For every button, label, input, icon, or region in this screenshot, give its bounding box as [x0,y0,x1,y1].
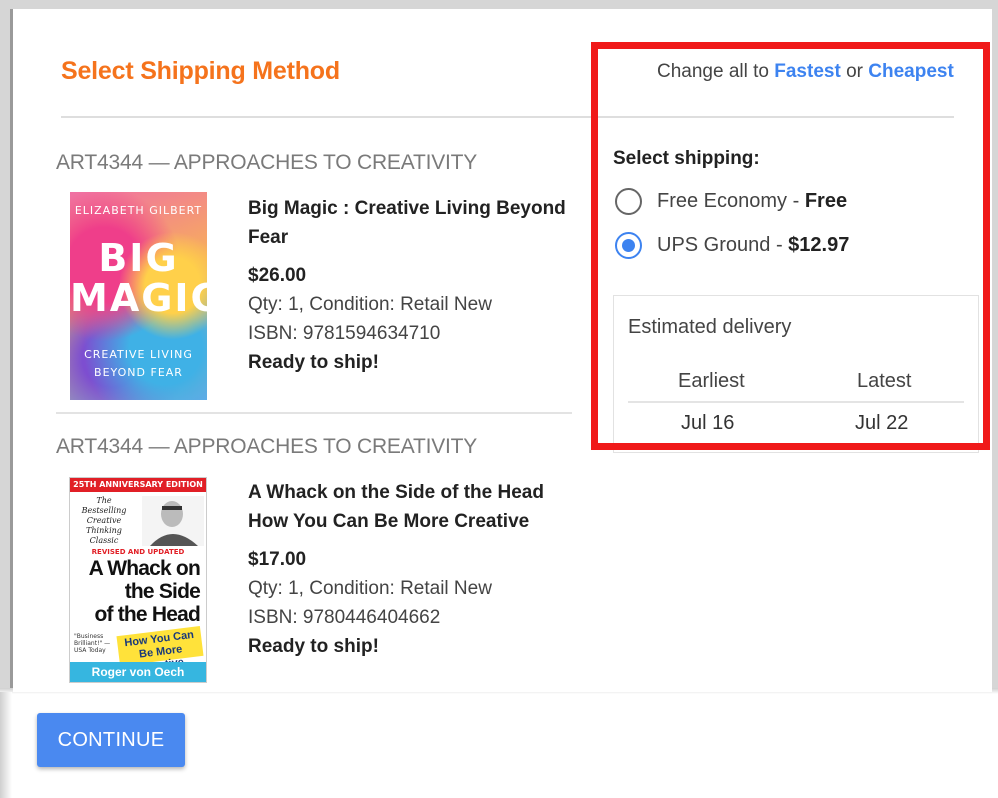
dialog-left-shadow [0,692,12,798]
book-title: A Whack on the Side of the Head How You … [248,478,578,536]
cover-subtitle: CREATIVE LIVING BEYOND FEAR [70,346,207,382]
cover-banner: 25TH ANNIVERSARY EDITION [70,478,206,492]
book-title: Big Magic : Creative Living Beyond Fear [248,194,578,252]
cover-author: ELIZABETH GILBERT [74,204,203,217]
book-status: Ready to ship! [248,636,379,657]
cover-title: A Whack on the Side of the Head [72,557,201,626]
cover-subtitle-line: BEYOND FEAR [94,366,183,379]
cover-quote: "Business Brilliant!" —USA Today [74,633,111,654]
cover-sticker: How You Can Be More Creative [116,625,204,673]
course-heading: ART4344 — APPROACHES TO CREATIVITY [56,435,478,458]
cover-title: BIG MAGIC [70,238,207,318]
book-title-line: How You Can Be More Creative [248,511,530,532]
course-heading: ART4344 — APPROACHES TO CREATIVITY [56,151,478,174]
window-frame-top [0,0,998,9]
book-cover-image: ELIZABETH GILBERT BIG MAGIC CREATIVE LIV… [70,192,207,400]
cover-author: Roger von Oech [70,662,206,682]
book-qty-condition: Qty: 1, Condition: Retail New [248,578,492,599]
book-title-line: Fear [248,227,289,248]
book-isbn: ISBN: 9780446404662 [248,607,441,628]
book-qty-condition: Qty: 1, Condition: Retail New [248,294,492,315]
cover-title-line: MAGIC [70,276,207,320]
book-price: $26.00 [248,265,307,286]
book-details: A Whack on the Side of the Head How You … [248,478,578,661]
cover-title-line: of the Head [94,603,200,626]
cover-author-photo [142,496,204,546]
book-status: Ready to ship! [248,352,379,373]
cover-title-line: A Whack on [88,557,201,580]
cover-subtitle-line: CREATIVE LIVING [84,348,193,361]
cover-title-line: the Side [124,580,201,603]
book-title-line: A Whack on the Side of the Head [248,482,544,503]
window-frame-right [992,0,998,692]
cover-title-line: BIG [98,236,179,280]
book-details: Big Magic : Creative Living Beyond Fear … [248,194,578,377]
page-title: Select Shipping Method [61,57,340,85]
book-cover-image: 25TH ANNIVERSARY EDITION The Bestselling… [69,477,207,683]
book-isbn: ISBN: 9781594634710 [248,323,441,344]
cover-tagline: The Bestselling Creative Thinking Classi… [81,496,127,545]
book-title-line: Big Magic : Creative Living Beyond [248,198,566,219]
cover-revised: REVISED AND UPDATED [91,548,185,556]
highlight-annotation-box [591,42,990,450]
book-divider [56,412,572,414]
book-price: $17.00 [248,549,307,570]
continue-button[interactable]: CONTINUE [37,713,185,767]
